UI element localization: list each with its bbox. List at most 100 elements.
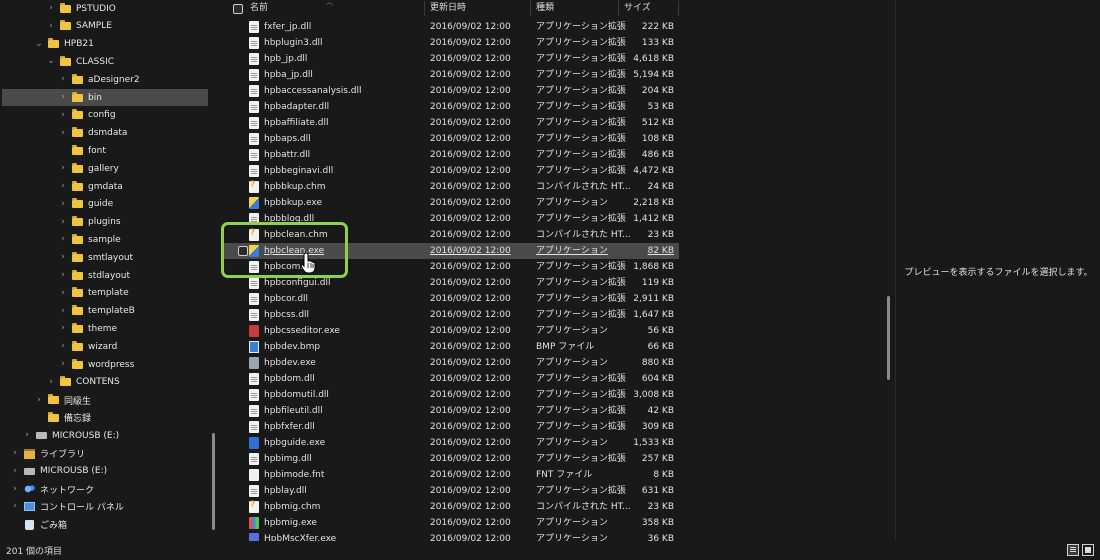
nav-item[interactable]: › smtlayout <box>2 249 208 266</box>
file-row[interactable]: hpbdom.dll 2016/09/02 12:00 アプリケーション拡張 604 … <box>224 371 679 387</box>
chevron-right-icon[interactable]: › <box>58 214 68 231</box>
column-divider[interactable] <box>424 1 425 16</box>
file-row[interactable]: HpbMscXfer.exe 2016/09/02 12:00 アプリケーション 36… <box>224 531 679 541</box>
column-divider[interactable] <box>678 1 679 16</box>
chevron-right-icon[interactable]: › <box>46 18 56 35</box>
file-dll-icon <box>249 149 259 161</box>
nav-item[interactable]: ⌄ CLASSIC <box>2 53 208 70</box>
header-type[interactable]: 種類 <box>536 0 554 17</box>
large-icons-view-button[interactable] <box>1082 544 1094 556</box>
chevron-right-icon[interactable]: › <box>58 320 68 337</box>
file-row[interactable]: hpbaps.dll 2016/09/02 12:00 アプリケーション拡張 108 … <box>224 131 679 147</box>
file-row[interactable]: hpbdev.exe 2016/09/02 12:00 アプリケーション 880 KB <box>224 355 679 371</box>
chevron-right-icon[interactable]: › <box>58 303 68 320</box>
file-row[interactable]: hpbdev.bmp 2016/09/02 12:00 BMP ファイル 66 KB <box>224 339 679 355</box>
file-row[interactable]: hpbattr.dll 2016/09/02 12:00 アプリケーション拡張 486… <box>224 147 679 163</box>
chevron-right-icon[interactable]: › <box>58 125 68 142</box>
chevron-right-icon[interactable]: › <box>10 481 20 498</box>
column-divider[interactable] <box>530 1 531 16</box>
nav-item[interactable]: › stdlayout <box>2 267 208 284</box>
chevron-right-icon[interactable]: › <box>58 249 68 266</box>
file-row[interactable]: hpbaccessanalysis.dll 2016/09/02 12:00 アプリ… <box>224 83 679 99</box>
nav-item[interactable]: font <box>2 142 208 159</box>
chevron-right-icon[interactable]: › <box>58 71 68 88</box>
file-row[interactable]: hpbaffiliate.dll 2016/09/02 12:00 アプリケーション… <box>224 115 679 131</box>
file-row[interactable]: hpbdomutil.dll 2016/09/02 12:00 アプリケーション拡張… <box>224 387 679 403</box>
nav-item[interactable]: › コントロール パネル <box>2 498 208 515</box>
nav-item[interactable]: › guide <box>2 196 208 213</box>
nav-item[interactable]: › templateB <box>2 303 208 320</box>
nav-item[interactable]: › gmdata <box>2 178 208 195</box>
header-date[interactable]: 更新日時 <box>430 0 466 17</box>
nav-item[interactable]: ごみ箱 <box>2 516 208 533</box>
chevron-right-icon[interactable]: › <box>10 445 20 462</box>
nav-item[interactable]: › bin <box>2 89 208 106</box>
file-row[interactable]: hpbfxfer.dll 2016/09/02 12:00 アプリケーション拡張 30… <box>224 419 679 435</box>
chevron-right-icon[interactable]: › <box>58 178 68 195</box>
file-row[interactable]: hpbcor.dll 2016/09/02 12:00 アプリケーション拡張 2,91… <box>224 291 679 307</box>
chevron-right-icon[interactable]: › <box>10 498 20 515</box>
file-row[interactable]: hpbcss.dll 2016/09/02 12:00 アプリケーション拡張 1,64… <box>224 307 679 323</box>
chevron-right-icon[interactable]: › <box>58 267 68 284</box>
chevron-right-icon[interactable]: › <box>58 196 68 213</box>
nav-item[interactable]: › MICROUSB (E:) <box>2 463 208 480</box>
nav-item[interactable]: › ライブラリ <box>2 445 208 462</box>
file-row[interactable]: hpbguide.exe 2016/09/02 12:00 アプリケーション 1,53… <box>224 435 679 451</box>
file-row[interactable]: hpbmig.exe 2016/09/02 12:00 アプリケーション 358 KB <box>224 515 679 531</box>
file-row[interactable]: hpb_jp.dll 2016/09/02 12:00 アプリケーション拡張 4,61… <box>224 51 679 67</box>
chevron-right-icon[interactable]: › <box>22 427 32 444</box>
nav-item[interactable]: › aDesigner2 <box>2 71 208 88</box>
chevron-down-icon[interactable]: ⌄ <box>46 53 56 70</box>
chevron-right-icon[interactable]: › <box>58 107 68 124</box>
file-row[interactable]: hpbcsseditor.exe 2016/09/02 12:00 アプリケーション… <box>224 323 679 339</box>
file-row[interactable]: hbplugin3.dll 2016/09/02 12:00 アプリケーション拡張 1… <box>224 35 679 51</box>
chevron-right-icon[interactable]: › <box>58 160 68 177</box>
chevron-right-icon[interactable]: › <box>46 374 56 391</box>
nav-item[interactable]: › sample <box>2 231 208 248</box>
chevron-right-icon[interactable]: › <box>58 231 68 248</box>
header-size[interactable]: サイズ <box>624 0 651 17</box>
file-row[interactable]: hpbimode.fnt 2016/09/02 12:00 FNT ファイル 8 KB <box>224 467 679 483</box>
nav-item[interactable]: › plugins <box>2 214 208 231</box>
file-row[interactable]: hpbbkup.exe 2016/09/02 12:00 アプリケーション 2,218… <box>224 195 679 211</box>
nav-item[interactable]: ⌄ HPB21 <box>2 36 208 53</box>
chevron-right-icon[interactable]: › <box>58 285 68 302</box>
file-row[interactable]: hpbbeginavi.dll 2016/09/02 12:00 アプリケーション拡… <box>224 163 679 179</box>
header-name[interactable]: 名前 <box>250 0 268 17</box>
select-all-checkbox[interactable] <box>233 4 243 14</box>
file-row[interactable]: hpblay.dll 2016/09/02 12:00 アプリケーション拡張 631 … <box>224 483 679 499</box>
file-row[interactable]: hpbbkup.chm2016/09/02 12:00コンパイルされた HT..… <box>224 179 679 195</box>
nav-item[interactable]: › wizard <box>2 338 208 355</box>
file-row[interactable]: hpbadapter.dll 2016/09/02 12:00 アプリケーション拡張… <box>224 99 679 115</box>
nav-item[interactable]: › ネットワーク <box>2 481 208 498</box>
chevron-right-icon[interactable]: › <box>58 89 68 106</box>
nav-item[interactable]: › SAMPLE <box>2 18 208 35</box>
navigation-scrollbar-thumb[interactable] <box>212 433 215 530</box>
chevron-right-icon[interactable]: › <box>58 356 68 373</box>
chevron-down-icon[interactable]: ⌄ <box>34 36 44 53</box>
nav-item[interactable]: › gallery <box>2 160 208 177</box>
file-list-scrollbar-thumb[interactable] <box>887 296 890 380</box>
nav-item[interactable]: › config <box>2 107 208 124</box>
chevron-right-icon[interactable]: › <box>34 392 44 409</box>
nav-item[interactable]: › CONTENS <box>2 374 208 391</box>
nav-item[interactable]: › theme <box>2 320 208 337</box>
file-row[interactable]: hpbmig.chm2016/09/02 12:00コンパイルされた HT...… <box>224 499 679 515</box>
file-row[interactable]: hpbfileutil.dll 2016/09/02 12:00 アプリケーション拡… <box>224 403 679 419</box>
navigation-pane[interactable]: › PSTUDIO › SAMPLE ⌄ HPB21 ⌄ CLASSIC › aDesigner2… <box>0 0 218 541</box>
details-view-button[interactable] <box>1067 544 1079 556</box>
column-divider[interactable] <box>618 1 619 16</box>
chevron-right-icon[interactable]: › <box>58 338 68 355</box>
file-row[interactable]: fxfer_jp.dll 2016/09/02 12:00 アプリケーション拡張 22… <box>224 19 679 35</box>
chevron-right-icon[interactable]: › <box>46 0 56 17</box>
chevron-right-icon[interactable]: › <box>10 463 20 480</box>
nav-item[interactable]: › wordpress <box>2 356 208 373</box>
nav-item[interactable]: › template <box>2 285 208 302</box>
nav-item[interactable]: › MICROUSB (E:) <box>2 427 208 444</box>
file-row[interactable]: hpbimg.dll 2016/09/02 12:00 アプリケーション拡張 257 … <box>224 451 679 467</box>
nav-item[interactable]: › dsmdata <box>2 125 208 142</box>
file-row[interactable]: hpba_jp.dll 2016/09/02 12:00 アプリケーション拡張 5,1… <box>224 67 679 83</box>
nav-item[interactable]: 備忘録 <box>2 409 208 426</box>
nav-item[interactable]: › PSTUDIO <box>2 0 208 17</box>
nav-item[interactable]: › 同級生 <box>2 392 208 409</box>
